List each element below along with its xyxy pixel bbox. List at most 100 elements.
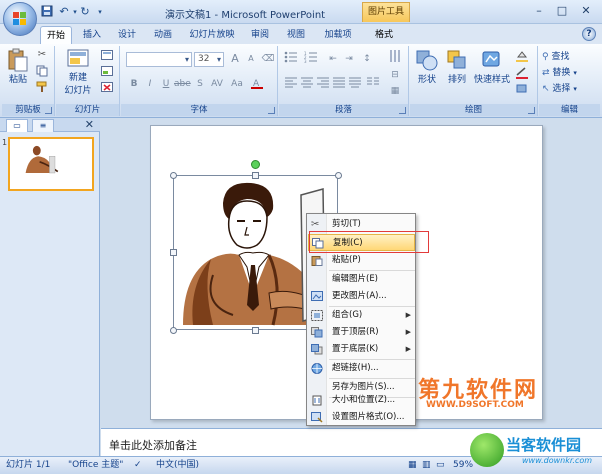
zoom-level[interactable]: 59%: [453, 457, 473, 474]
text-direction-icon[interactable]: [387, 49, 403, 65]
close-button[interactable]: ✕: [575, 3, 597, 19]
delete-slide-icon[interactable]: [100, 82, 114, 95]
help-icon[interactable]: ?: [582, 27, 596, 41]
align-text-icon[interactable]: ⊟: [387, 67, 403, 83]
tab-review[interactable]: 审阅: [246, 26, 274, 44]
clipboard-launcher[interactable]: [45, 107, 52, 114]
arrange-button[interactable]: 排列: [443, 48, 471, 85]
line-spacing-icon[interactable]: ↕: [359, 51, 375, 67]
cut-icon[interactable]: ✂: [35, 49, 49, 60]
underline-button[interactable]: U: [158, 76, 174, 92]
font-launcher[interactable]: [268, 107, 275, 114]
quick-access-customize-icon[interactable]: ▾: [93, 5, 107, 19]
resize-handle-tl[interactable]: [170, 172, 177, 179]
tab-design[interactable]: 设计: [113, 26, 141, 44]
font-color-button[interactable]: A: [249, 76, 265, 92]
reset-slide-icon[interactable]: [100, 66, 114, 79]
outline-tab-icon[interactable]: ≡: [32, 119, 54, 132]
align-right-icon[interactable]: [315, 76, 331, 92]
menu-item-group[interactable]: 组合(G) ▶: [308, 307, 415, 324]
shrink-font-button[interactable]: A: [243, 51, 259, 67]
format-painter-icon[interactable]: [35, 81, 49, 96]
menu-item-bring-to-front[interactable]: 置于顶层(R) ▶: [308, 324, 415, 341]
tab-home[interactable]: 开始: [40, 26, 72, 44]
distribute-icon[interactable]: [347, 76, 363, 92]
shape-fill-icon[interactable]: [514, 49, 530, 66]
find-button[interactable]: ⚲ 查找: [542, 49, 569, 65]
shape-effects-icon[interactable]: [514, 83, 530, 98]
tab-animation[interactable]: 动画: [149, 26, 177, 44]
tab-slideshow[interactable]: 幻灯片放映: [186, 26, 238, 44]
align-left-icon[interactable]: [283, 76, 299, 92]
shapes-button[interactable]: 形状: [413, 48, 441, 85]
menu-item-size-position[interactable]: 大小和位置(Z)...: [308, 392, 415, 409]
slideshow-view-icon[interactable]: ▭: [436, 457, 445, 474]
menu-item-edit-picture[interactable]: 编辑图片(E): [308, 271, 415, 288]
title-bar: ↶ ▾ ↻ ▾ 演示文稿1 - Microsoft PowerPoint 图片工…: [0, 0, 602, 24]
resize-handle-t[interactable]: [252, 172, 259, 179]
layout-icon[interactable]: [100, 50, 114, 63]
italic-button[interactable]: I: [142, 76, 158, 92]
font-group: 32 A A ⌫ B I U abe S AV Aa A 字体: [121, 46, 278, 116]
shadow-button[interactable]: S: [192, 76, 208, 92]
slide-thumbnail[interactable]: [8, 137, 94, 191]
slides-tab-icon[interactable]: ▭: [6, 119, 28, 132]
minimize-button[interactable]: –: [528, 3, 550, 19]
increase-indent-icon[interactable]: ⇥: [341, 51, 357, 67]
strikethrough-button[interactable]: abe: [174, 76, 191, 92]
smartart-icon[interactable]: ▦: [387, 83, 403, 99]
menu-item-send-to-back[interactable]: 置于底层(K) ▶: [308, 341, 415, 358]
shape-outline-icon[interactable]: [514, 66, 530, 83]
save-icon[interactable]: [40, 5, 54, 19]
normal-view-icon[interactable]: ▦: [408, 457, 417, 474]
replace-icon: ⇄: [542, 68, 550, 78]
quick-styles-button[interactable]: 快速样式: [472, 48, 512, 85]
menu-item-paste[interactable]: 粘贴(P): [308, 252, 415, 269]
align-center-icon[interactable]: [299, 76, 315, 92]
decrease-indent-icon[interactable]: ⇤: [325, 51, 341, 67]
paste-button[interactable]: 粘贴: [5, 48, 31, 85]
replace-button[interactable]: ⇄ 替换 ▾: [542, 65, 577, 81]
paragraph-group: 123 ⇤ ⇥ ↕ ⊟ ▦ 段落: [279, 46, 409, 116]
paste-icon: [8, 48, 28, 72]
spellcheck-icon[interactable]: ✓: [134, 457, 142, 474]
slides-group: 新建 幻灯片 幻灯片: [56, 46, 120, 116]
sorter-view-icon[interactable]: ▥: [422, 457, 431, 474]
tab-insert[interactable]: 插入: [78, 26, 106, 44]
paragraph-launcher[interactable]: [399, 107, 406, 114]
new-slide-button[interactable]: 新建 幻灯片: [60, 48, 96, 96]
menu-item-change-picture[interactable]: 更改图片(A)...: [308, 288, 415, 305]
resize-handle-b[interactable]: [252, 327, 259, 334]
maximize-button[interactable]: □: [551, 3, 573, 19]
bold-button[interactable]: B: [126, 76, 142, 92]
numbering-icon[interactable]: 123: [303, 51, 319, 67]
resize-handle-tr[interactable]: [335, 172, 342, 179]
paste-label: 粘贴: [8, 75, 27, 85]
font-name-field[interactable]: [126, 52, 192, 67]
change-case-button[interactable]: Aa: [229, 76, 245, 92]
menu-item-format-picture[interactable]: 设置图片格式(O)...: [308, 409, 415, 426]
language-status[interactable]: 中文(中国): [156, 457, 199, 474]
font-size-field[interactable]: 32: [194, 52, 224, 67]
clear-format-icon[interactable]: ⌫: [260, 51, 276, 67]
panel-close-icon[interactable]: ✕: [85, 118, 94, 132]
menu-item-hyperlink[interactable]: 超链接(H)...: [308, 360, 415, 377]
rotate-handle[interactable]: [251, 160, 260, 169]
justify-icon[interactable]: [331, 76, 347, 92]
tab-format[interactable]: 格式: [366, 26, 402, 44]
drawing-launcher[interactable]: [528, 107, 535, 114]
redo-icon[interactable]: ↻: [78, 5, 92, 19]
bullets-icon[interactable]: [283, 51, 299, 67]
copy-icon[interactable]: [35, 65, 49, 80]
send-back-icon: [311, 344, 323, 355]
tab-addins[interactable]: 加载项: [318, 26, 358, 44]
resize-handle-bl[interactable]: [170, 327, 177, 334]
office-button[interactable]: [3, 2, 37, 36]
char-spacing-button[interactable]: AV: [209, 76, 225, 92]
tab-view[interactable]: 视图: [282, 26, 310, 44]
select-button[interactable]: ↖ 选择 ▾: [542, 81, 577, 97]
grow-font-button[interactable]: A: [227, 51, 243, 67]
resize-handle-l[interactable]: [170, 249, 177, 256]
menu-item-label: 置于底层(K): [332, 344, 379, 354]
columns-icon[interactable]: [365, 76, 381, 92]
